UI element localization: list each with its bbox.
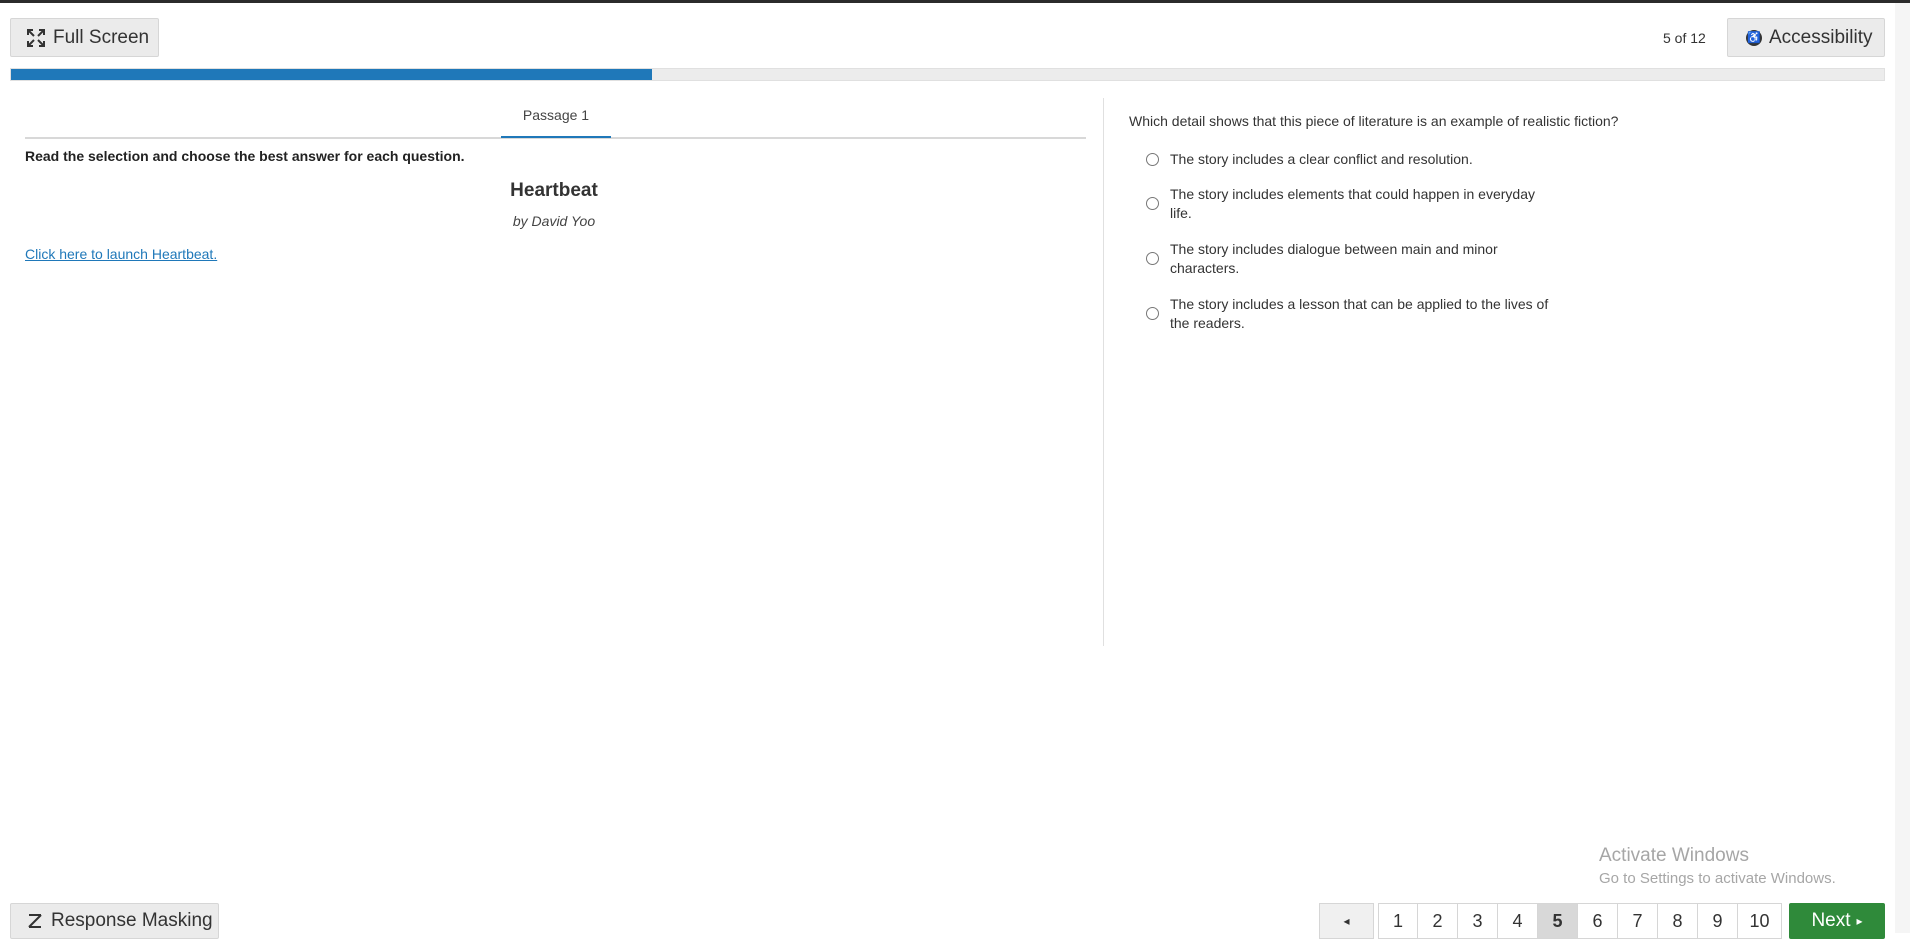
answer-option-b[interactable]: The story includes elements that could h…	[1146, 185, 1550, 223]
answer-option-text: The story includes a lesson that can be …	[1170, 296, 1549, 331]
answer-option-text: The story includes dialogue between main…	[1170, 241, 1498, 276]
page-button-4[interactable]: 4	[1498, 903, 1538, 939]
radio-button[interactable]	[1146, 307, 1159, 320]
answer-option-c[interactable]: The story includes dialogue between main…	[1146, 240, 1550, 278]
answer-option-text: The story includes elements that could h…	[1170, 186, 1535, 221]
page-button-10[interactable]: 10	[1738, 903, 1782, 939]
page-button-1[interactable]: 1	[1378, 903, 1418, 939]
page-button-7[interactable]: 7	[1618, 903, 1658, 939]
page-scrollbar[interactable]	[1895, 3, 1910, 933]
window-top-border	[0, 0, 1910, 3]
accessibility-icon: ♿	[1746, 29, 1762, 46]
story-author: by David Yoo	[512, 213, 596, 229]
answer-option-a[interactable]: The story includes a clear conflict and …	[1146, 150, 1550, 169]
page-button-8[interactable]: 8	[1658, 903, 1698, 939]
answer-option-text: The story includes a clear conflict and …	[1170, 151, 1473, 167]
page-button-9[interactable]: 9	[1698, 903, 1738, 939]
progress-bar	[10, 68, 1885, 81]
question-counter: 5 of 12	[1663, 30, 1706, 46]
accessibility-label: Accessibility	[1769, 26, 1873, 48]
activate-windows-title: Activate Windows	[1599, 845, 1749, 866]
accessibility-button[interactable]: ♿ Accessibility	[1727, 18, 1885, 57]
page-button-2[interactable]: 2	[1418, 903, 1458, 939]
story-title: Heartbeat	[510, 180, 598, 201]
passage-instructions: Read the selection and choose the best a…	[25, 148, 465, 164]
response-masking-label: Response Masking	[51, 910, 213, 931]
tab-passage-1[interactable]: Passage 1	[501, 107, 611, 138]
next-label: Next	[1811, 910, 1851, 931]
radio-button[interactable]	[1146, 153, 1159, 166]
page-button-5[interactable]: 5	[1538, 903, 1578, 939]
launch-passage-link[interactable]: Click here to launch Heartbeat.	[25, 246, 217, 262]
next-arrow-icon: ▸	[1856, 914, 1863, 928]
next-button[interactable]: Next ▸	[1789, 903, 1885, 939]
radio-button[interactable]	[1146, 252, 1159, 265]
page-button-3[interactable]: 3	[1458, 903, 1498, 939]
question-stem: Which detail shows that this piece of li…	[1129, 113, 1619, 129]
response-masking-button[interactable]: Response Masking	[10, 903, 219, 939]
progress-bar-fill	[11, 69, 652, 80]
activate-windows-subtitle: Go to Settings to activate Windows.	[1599, 870, 1836, 887]
question-pager: ◂ 1 2 3 4 5 6 7 8 9 10	[1319, 903, 1782, 939]
masking-icon	[28, 914, 42, 928]
answer-option-d[interactable]: The story includes a lesson that can be …	[1146, 295, 1550, 333]
page-button-6[interactable]: 6	[1578, 903, 1618, 939]
full-screen-button[interactable]: Full Screen	[10, 18, 159, 57]
expand-icon	[27, 28, 45, 47]
previous-page-button[interactable]: ◂	[1319, 903, 1374, 939]
radio-button[interactable]	[1146, 197, 1159, 210]
full-screen-label: Full Screen	[53, 26, 150, 48]
pane-divider	[1103, 98, 1104, 646]
